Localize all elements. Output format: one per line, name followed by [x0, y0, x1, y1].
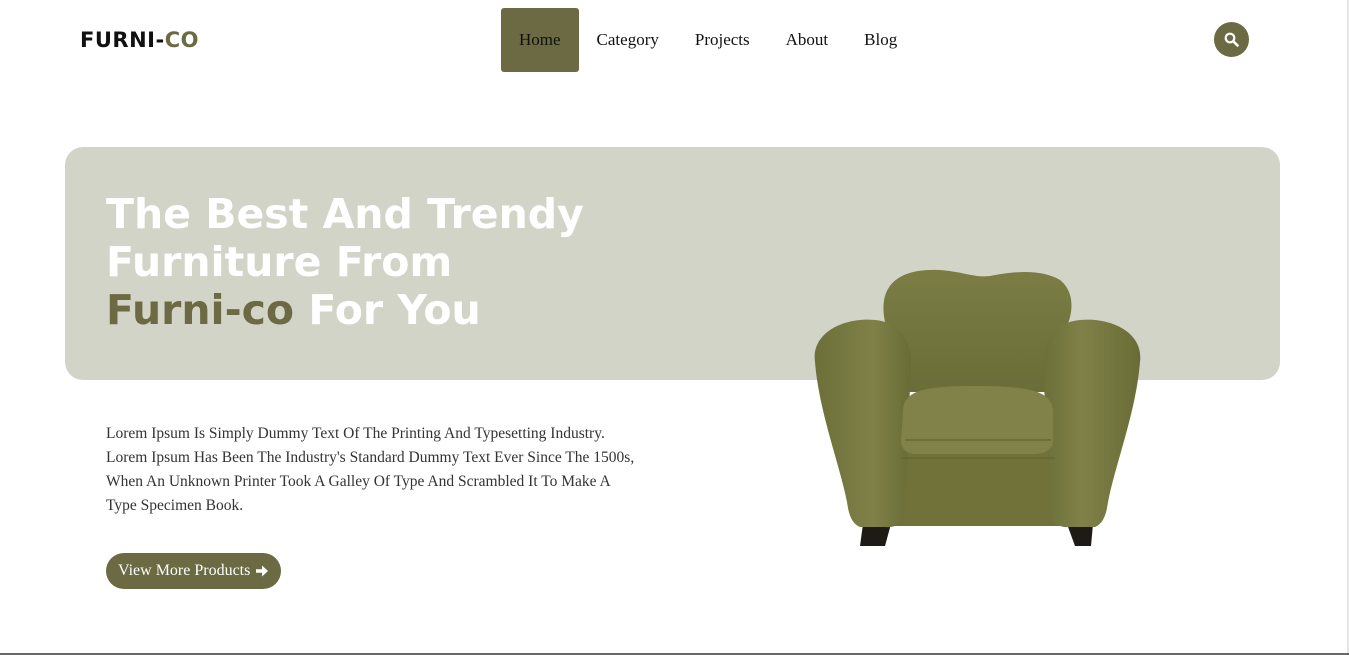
cta-label: View More Products: [118, 562, 251, 579]
headline-line-2: Furniture From: [106, 238, 453, 286]
hero-headline: The Best And Trendy Furniture From Furni…: [106, 190, 666, 334]
main-nav: Home Category Projects About Blog: [501, 8, 915, 72]
view-more-products-button[interactable]: View More Products: [106, 553, 282, 589]
headline-line-3-rest: For You: [294, 286, 481, 334]
logo-accent: CO: [164, 28, 199, 52]
nav-about[interactable]: About: [768, 8, 847, 72]
navbar: FURNI-CO Home Category Projects About Bl…: [0, 0, 1349, 80]
logo[interactable]: FURNI-CO: [80, 28, 199, 52]
search-icon: [1224, 32, 1239, 47]
armchair-image: [814, 269, 1141, 546]
search-button[interactable]: [1214, 22, 1249, 57]
nav-projects[interactable]: Projects: [677, 8, 768, 72]
nav-blog[interactable]: Blog: [846, 8, 915, 72]
headline-line-1: The Best And Trendy: [106, 190, 584, 238]
nav-category[interactable]: Category: [579, 8, 677, 72]
headline-brand: Furni-co: [106, 286, 295, 334]
logo-main: FURNI-: [80, 28, 165, 52]
hero-description: Lorem Ipsum Is Simply Dummy Text Of The …: [106, 425, 635, 514]
nav-home[interactable]: Home: [501, 8, 579, 72]
arrow-right-icon: [256, 565, 269, 577]
